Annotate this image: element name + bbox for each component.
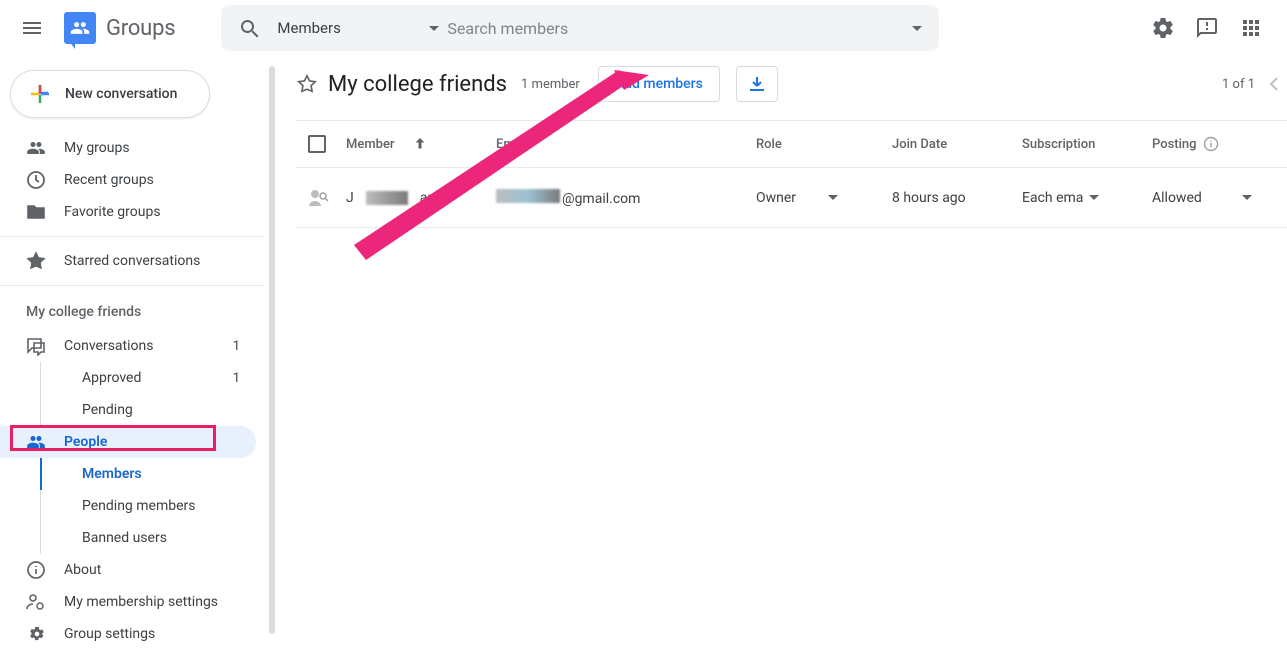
brand-name: Groups: [106, 16, 175, 41]
search-button[interactable]: [221, 17, 277, 39]
scrollbar[interactable]: [269, 66, 275, 634]
sidebar-item-starred[interactable]: Starred conversations: [0, 245, 256, 277]
pagination-label: 1 of 1: [1222, 77, 1255, 92]
sidebar-label: My groups: [64, 140, 130, 156]
groups-logo-icon: [64, 12, 96, 44]
info-icon: [26, 560, 46, 580]
member-name-cell: Jan: [346, 190, 496, 206]
feedback-icon: [1195, 16, 1219, 40]
column-member[interactable]: Member: [346, 135, 496, 153]
column-email[interactable]: Email: [496, 137, 756, 152]
search-filter-dropdown[interactable]: Members: [277, 19, 447, 37]
apps-button[interactable]: [1231, 8, 1271, 48]
main-menu-button[interactable]: [8, 4, 56, 52]
approved-count: 1: [233, 371, 240, 386]
chevron-down-icon: [429, 26, 439, 31]
sidebar-item-pending[interactable]: Pending: [0, 394, 256, 426]
chevron-down-icon: [912, 26, 922, 31]
gear-icon: [26, 624, 46, 644]
chat-icon: [26, 336, 46, 356]
chevron-down-icon: [1242, 195, 1252, 200]
sidebar-item-approved[interactable]: Approved 1: [0, 362, 256, 394]
star-icon: [26, 251, 46, 271]
sidebar-label: About: [64, 562, 101, 578]
select-all-checkbox[interactable]: [308, 135, 326, 153]
chevron-left-icon[interactable]: [1269, 76, 1279, 92]
member-role-dropdown[interactable]: Owner: [756, 190, 892, 206]
column-role[interactable]: Role: [756, 137, 892, 152]
redacted-text: [496, 189, 560, 203]
page-title: My college friends: [328, 72, 507, 97]
sidebar-label: My membership settings: [64, 594, 218, 610]
search-input[interactable]: [447, 19, 895, 38]
sidebar-item-group-settings[interactable]: Group settings: [0, 618, 256, 650]
member-email-cell: @gmail.com: [496, 189, 756, 207]
download-icon: [747, 74, 767, 94]
sidebar-item-members[interactable]: Members: [0, 458, 256, 490]
search-bar: Members: [221, 5, 939, 51]
member-posting-dropdown[interactable]: Allowed: [1152, 190, 1262, 206]
sidebar-label: Group settings: [64, 626, 155, 642]
sidebar-group-heading: My college friends: [0, 294, 264, 330]
member-join-cell: 8 hours ago: [892, 190, 1022, 206]
sidebar-item-pending-members[interactable]: Pending members: [0, 490, 256, 522]
members-table: Member Email Role Join Date Subscription…: [296, 120, 1287, 228]
redacted-text: [366, 191, 408, 205]
pagination: 1 of 1: [1222, 76, 1287, 92]
sidebar-label: Favorite groups: [64, 204, 161, 220]
apps-grid-icon: [1241, 18, 1261, 38]
person-gear-icon: [26, 592, 46, 612]
folder-star-icon: [26, 202, 46, 222]
table-header: Member Email Role Join Date Subscription…: [296, 120, 1287, 168]
sidebar-label: Banned users: [82, 530, 167, 546]
clock-icon: [26, 170, 46, 190]
sidebar-label: Starred conversations: [64, 253, 200, 269]
sidebar-label: Approved: [82, 370, 141, 386]
plus-icon: [29, 83, 51, 105]
highlight-annotation: [10, 425, 216, 451]
new-conversation-button[interactable]: New conversation: [10, 70, 210, 118]
table-row[interactable]: Jan @gmail.com Owner 8 hours ago Each em…: [296, 168, 1287, 228]
sidebar-item-about[interactable]: About: [0, 554, 256, 586]
new-conversation-label: New conversation: [65, 86, 177, 102]
conversation-count: 1: [233, 339, 240, 354]
export-button[interactable]: [736, 66, 778, 102]
chevron-down-icon: [1089, 195, 1099, 200]
sidebar-label: Pending: [82, 402, 133, 418]
sidebar-label: Conversations: [64, 338, 153, 354]
column-subscription[interactable]: Subscription: [1022, 137, 1152, 152]
sidebar-label: Pending members: [82, 498, 196, 514]
sidebar-item-recent-groups[interactable]: Recent groups: [0, 164, 256, 196]
sidebar-item-my-groups[interactable]: My groups: [0, 132, 256, 164]
people-icon: [26, 138, 46, 158]
search-icon: [238, 17, 260, 39]
info-icon: [1203, 136, 1219, 152]
add-members-button[interactable]: Add members: [598, 66, 720, 102]
sidebar-item-membership-settings[interactable]: My membership settings: [0, 586, 256, 618]
column-join[interactable]: Join Date: [892, 137, 1022, 152]
settings-button[interactable]: [1143, 8, 1183, 48]
member-avatar-icon: [306, 186, 330, 210]
search-options-dropdown[interactable]: [895, 26, 939, 31]
sidebar: New conversation My groups Recent groups…: [0, 56, 264, 647]
search-filter-label: Members: [277, 19, 340, 37]
sidebar-label: Members: [82, 466, 142, 482]
feedback-button[interactable]: [1187, 8, 1227, 48]
sort-arrow-icon: [411, 135, 429, 153]
hamburger-icon: [20, 16, 44, 40]
member-count: 1 member: [521, 77, 580, 92]
gear-icon: [1151, 16, 1175, 40]
sidebar-item-conversations[interactable]: Conversations 1: [0, 330, 256, 362]
chevron-down-icon: [828, 195, 838, 200]
member-subscription-dropdown[interactable]: Each ema: [1022, 190, 1152, 206]
sidebar-item-banned[interactable]: Banned users: [0, 522, 256, 554]
sidebar-item-favorite-groups[interactable]: Favorite groups: [0, 196, 256, 228]
sidebar-label: Recent groups: [64, 172, 154, 188]
star-toggle[interactable]: [296, 73, 318, 95]
column-posting[interactable]: Posting: [1152, 136, 1262, 152]
